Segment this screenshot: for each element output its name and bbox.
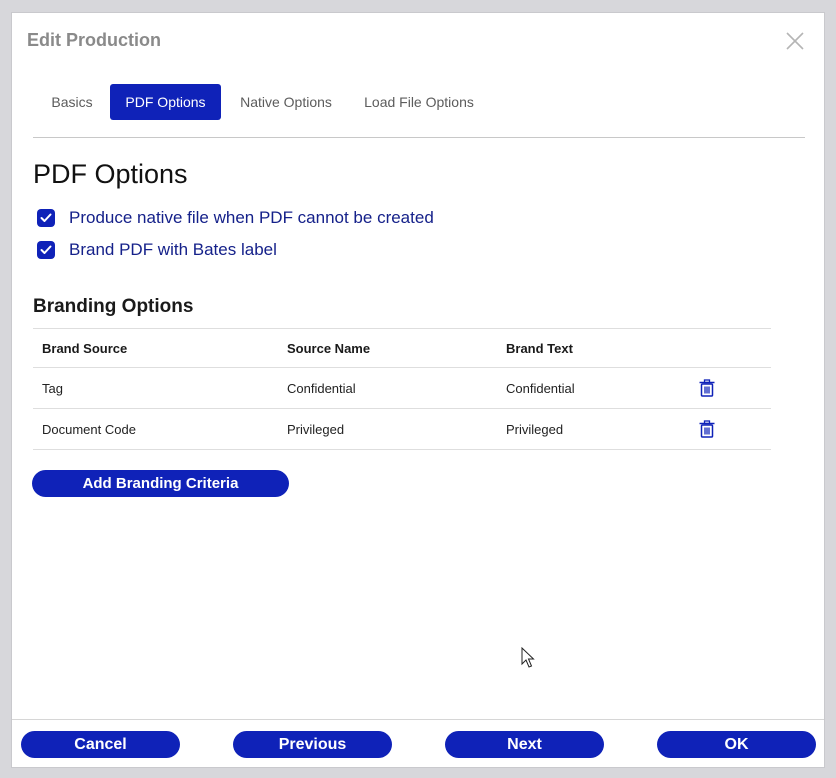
table-row: Tag Confidential Confidential xyxy=(33,368,771,409)
branding-table: Brand Source Source Name Brand Text Tag … xyxy=(33,328,771,450)
check-icon xyxy=(40,213,52,222)
brand-text-cell: Privileged xyxy=(506,421,564,437)
brand-text-cell: Confidential xyxy=(506,380,575,396)
produce-native-checkbox-row[interactable]: Produce native file when PDF cannot be c… xyxy=(37,207,434,229)
cancel-button[interactable]: Cancel xyxy=(21,731,180,758)
delete-row-button[interactable] xyxy=(698,409,716,449)
footer-divider xyxy=(12,719,824,720)
column-header-brand-source: Brand Source xyxy=(42,340,128,356)
source-name-cell: Privileged xyxy=(287,421,345,437)
produce-native-label: Produce native file when PDF cannot be c… xyxy=(69,208,434,227)
mouse-pointer-icon xyxy=(521,647,535,668)
tab-load-file-options[interactable]: Load File Options xyxy=(357,84,481,120)
dialog-title: Edit Production xyxy=(27,30,161,50)
next-button[interactable]: Next xyxy=(445,731,604,758)
branding-options-heading: Branding Options xyxy=(33,296,194,317)
check-icon xyxy=(40,245,52,254)
delete-row-button[interactable] xyxy=(698,368,716,408)
tab-basics[interactable]: Basics xyxy=(33,84,111,120)
column-header-brand-text: Brand Text xyxy=(506,340,573,356)
tab-pdf-options[interactable]: PDF Options xyxy=(110,84,221,120)
tab-native-options[interactable]: Native Options xyxy=(232,84,340,120)
ok-button[interactable]: OK xyxy=(657,731,816,758)
add-branding-criteria-button[interactable]: Add Branding Criteria xyxy=(32,470,289,497)
pdf-options-heading: PDF Options xyxy=(33,159,188,189)
brand-source-cell: Document Code xyxy=(42,421,136,437)
column-header-source-name: Source Name xyxy=(287,340,371,356)
edit-production-dialog: Edit Production Basics PDF Options Nativ… xyxy=(11,12,825,768)
trash-icon[interactable] xyxy=(698,379,716,397)
produce-native-checkbox[interactable] xyxy=(37,209,55,227)
brand-pdf-label: Brand PDF with Bates label xyxy=(69,240,277,259)
previous-button[interactable]: Previous xyxy=(233,731,392,758)
brand-pdf-checkbox-row[interactable]: Brand PDF with Bates label xyxy=(37,239,277,261)
close-icon[interactable] xyxy=(784,30,806,52)
trash-icon[interactable] xyxy=(698,420,716,438)
source-name-cell: Confidential xyxy=(287,380,356,396)
table-header-row: Brand Source Source Name Brand Text xyxy=(33,329,771,368)
brand-pdf-checkbox[interactable] xyxy=(37,241,55,259)
brand-source-cell: Tag xyxy=(42,380,63,396)
table-row: Document Code Privileged Privileged xyxy=(33,409,771,450)
tab-divider xyxy=(33,137,805,138)
